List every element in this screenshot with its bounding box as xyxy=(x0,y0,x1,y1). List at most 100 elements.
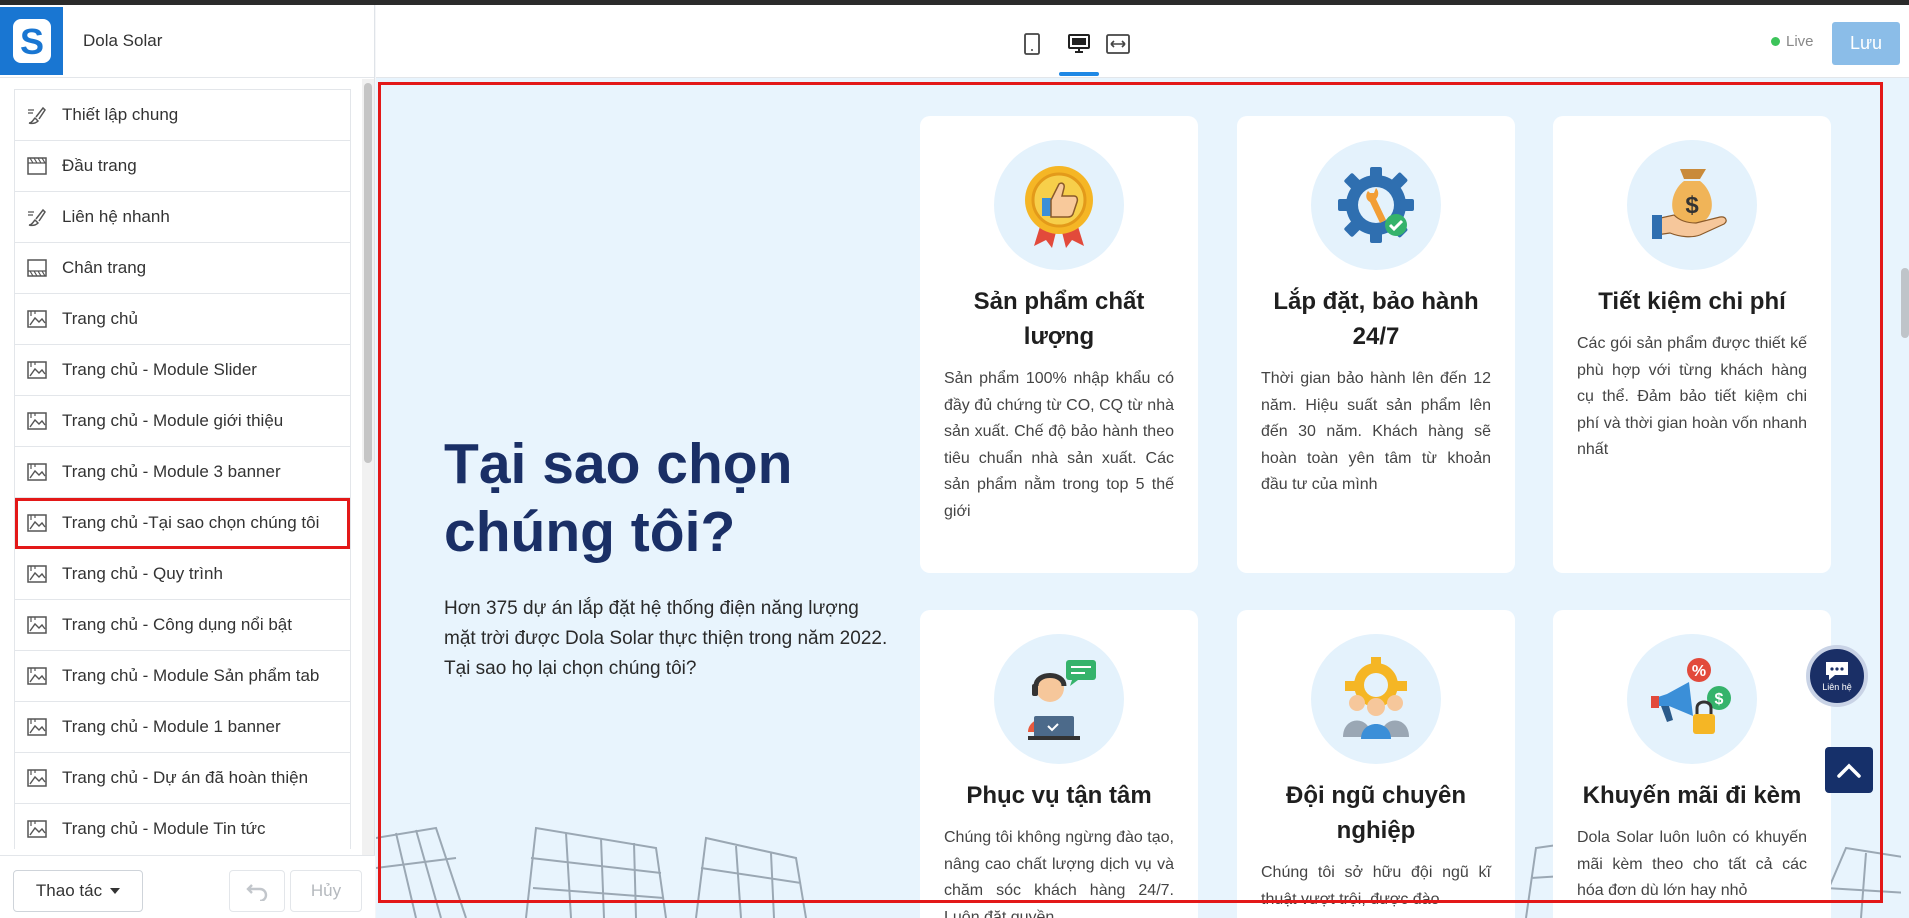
feature-description: Sản phẩm 100% nhập khẩu có đầy đủ chứng … xyxy=(944,370,1174,520)
sidebar-item-label: Trang chủ - Module giới thiệu xyxy=(62,411,284,430)
desktop-view-button[interactable] xyxy=(1064,29,1094,59)
sidebar-item-6[interactable]: Trang chủ - Module Slider xyxy=(15,345,350,396)
feature-icon-circle: % $ xyxy=(1627,634,1757,764)
feature-title: Khuyến mãi đi kèm xyxy=(1582,782,1802,809)
feature-description: Chúng tôi không ngừng đào tạo, nâng cao … xyxy=(944,829,1174,918)
sidebar-item-label: Trang chủ - Module Tin tức xyxy=(62,819,266,838)
sidebar-item-label: Trang chủ - Module 3 banner xyxy=(62,462,281,481)
editor-toolbar: Live Lưu xyxy=(376,5,1909,78)
feature-icon-circle xyxy=(1311,140,1441,270)
sidebar-item-label: Trang chủ - Dự án đã hoàn thiện xyxy=(62,768,309,787)
money-bag-icon: $ xyxy=(1652,169,1727,239)
contact-chat-button[interactable]: Liên hệ xyxy=(1806,645,1868,707)
section-heading: Tại sao chọn chúng tôi? xyxy=(444,432,793,564)
chat-label: Liên hệ xyxy=(1822,682,1852,692)
mobile-view-button[interactable] xyxy=(1017,29,1047,59)
image-icon xyxy=(27,310,47,328)
feature-icon-circle xyxy=(1311,634,1441,764)
svg-text:S: S xyxy=(19,21,43,62)
feature-card: % $ Khuyến mãi đi kèm Dola Solar luôn luôn … xyxy=(1553,610,1831,918)
image-icon xyxy=(27,820,47,838)
live-label: Live xyxy=(1786,33,1814,50)
logo-s-icon: S xyxy=(12,19,51,63)
sidebar-item-11[interactable]: Trang chủ - Công dụng nổi bật xyxy=(15,600,350,651)
sidebar-footer: Thao tác Hủy xyxy=(0,855,375,918)
feature-card: Phục vụ tận tâm Chúng tôi không ngừng đào… xyxy=(920,610,1198,918)
sidebar-item-label: Trang chủ - Module 1 banner xyxy=(62,717,281,736)
feature-title: Đội ngũ chuyên nghiệp xyxy=(1286,782,1466,844)
desktop-icon xyxy=(1068,34,1090,53)
sidebar-item-3[interactable]: Liên hệ nhanh xyxy=(15,192,350,243)
footer-icon xyxy=(27,259,47,277)
preview-scrollbar[interactable] xyxy=(1901,78,1909,918)
svg-text:%: % xyxy=(1692,663,1706,680)
feature-description: Dola Solar luôn luôn có khuyến mãi kèm t… xyxy=(1577,829,1807,899)
sidebar-item-10[interactable]: Trang chủ - Quy trình xyxy=(15,549,350,600)
sidebar-item-label: Trang chủ -Tại sao chọn chúng tôi xyxy=(62,513,320,532)
image-icon xyxy=(27,769,47,787)
sidebar-item-label: Trang chủ - Module Sản phẩm tab xyxy=(62,666,320,685)
save-button[interactable]: Lưu xyxy=(1832,22,1900,65)
sidebar-item-12[interactable]: Trang chủ - Module Sản phẩm tab xyxy=(15,651,350,702)
image-icon xyxy=(27,667,47,685)
sidebar-item-2[interactable]: Đầu trang xyxy=(15,141,350,192)
sidebar-item-13[interactable]: Trang chủ - Module 1 banner xyxy=(15,702,350,753)
preview-scroll-thumb[interactable] xyxy=(1901,268,1909,338)
brush-icon xyxy=(28,208,46,227)
feature-card: Lắp đặt, bảo hành 24/7 Thời gian bảo hành… xyxy=(1237,116,1515,573)
image-icon xyxy=(27,718,47,736)
support-agent-icon xyxy=(1028,660,1096,740)
feature-title: Tiết kiệm chi phí xyxy=(1598,288,1786,315)
image-icon xyxy=(27,412,47,430)
live-dot-icon xyxy=(1771,37,1780,46)
feature-description: Thời gian bảo hành lên đến 12 năm. Hiệu … xyxy=(1261,370,1491,493)
sidebar-item-label: Trang chủ - Công dụng nổi bật xyxy=(62,615,292,634)
feature-icon-circle xyxy=(994,634,1124,764)
image-icon xyxy=(27,463,47,481)
sidebar-item-label: Chân trang xyxy=(62,258,147,277)
sidebar-item-5[interactable]: Trang chủ xyxy=(15,294,350,345)
sidebar-scrollbar[interactable] xyxy=(362,79,374,859)
feature-description: Các gói sản phẩm được thiết kế phù hợp v… xyxy=(1577,335,1807,458)
cancel-button[interactable]: Hủy xyxy=(290,870,362,912)
sidebar-item-4[interactable]: Chân trang xyxy=(15,243,350,294)
sidebar-item-15[interactable]: Trang chủ - Module Tin tức xyxy=(15,804,350,849)
sidebar-item-8[interactable]: Trang chủ - Module 3 banner xyxy=(15,447,350,498)
chat-icon xyxy=(1826,662,1848,680)
actions-dropdown-button[interactable]: Thao tác xyxy=(13,870,143,912)
image-icon xyxy=(27,565,47,583)
brand-bar: S Dola Solar xyxy=(0,5,374,78)
image-icon xyxy=(27,514,47,532)
feature-card: Sản phẩm chất lượng Sản phẩm 100% nhập kh… xyxy=(920,116,1198,573)
section-intro: Hơn 375 dự án lắp đặt hệ thống điện năng… xyxy=(444,598,888,679)
sidebar-item-7[interactable]: Trang chủ - Module giới thiệu xyxy=(15,396,350,447)
svg-text:$: $ xyxy=(1685,192,1699,219)
feature-card: $ Tiết kiệm chi phí Các gói sản phẩm được … xyxy=(1553,116,1831,573)
sidebar-item-14[interactable]: Trang chủ - Dự án đã hoàn thiện xyxy=(15,753,350,804)
svg-text:$: $ xyxy=(1715,691,1724,708)
feature-card: Đội ngũ chuyên nghiệp Chúng tôi sở hữu độ… xyxy=(1237,610,1515,918)
sidebar-item-label: Trang chủ xyxy=(62,309,138,328)
feature-title: Sản phẩm chất lượng xyxy=(973,288,1145,350)
page-preview[interactable]: Tại sao chọn chúng tôi? Hơn 375 dự án lắ… xyxy=(376,78,1909,918)
caret-down-icon xyxy=(110,888,121,894)
feature-title: Phục vụ tận tâm xyxy=(966,782,1152,809)
sidebar-item-1[interactable]: Thiết lập chung xyxy=(15,90,350,141)
sidebar-scroll-thumb[interactable] xyxy=(364,83,372,463)
undo-button[interactable] xyxy=(229,870,285,912)
team-icon xyxy=(1343,657,1409,739)
quality-medal-icon xyxy=(1025,166,1093,248)
back-to-top-button[interactable] xyxy=(1825,747,1873,793)
sidebar-item-9[interactable]: Trang chủ -Tại sao chọn chúng tôi xyxy=(15,498,350,549)
image-icon xyxy=(27,361,47,379)
brush-icon xyxy=(28,106,46,125)
app-logo[interactable]: S xyxy=(0,7,63,75)
sidebar-item-label: Trang chủ - Module Slider xyxy=(62,360,257,379)
feature-icon-circle: $ xyxy=(1627,140,1757,270)
sidebar-item-label: Thiết lập chung xyxy=(62,105,179,124)
feature-description: Chúng tôi sở hữu đội ngũ kĩ thuật vượt t… xyxy=(1261,864,1491,908)
image-icon xyxy=(27,616,47,634)
feature-title: Lắp đặt, bảo hành 24/7 xyxy=(1273,288,1479,350)
undo-icon xyxy=(246,884,268,901)
fullwidth-view-button[interactable] xyxy=(1103,29,1133,59)
